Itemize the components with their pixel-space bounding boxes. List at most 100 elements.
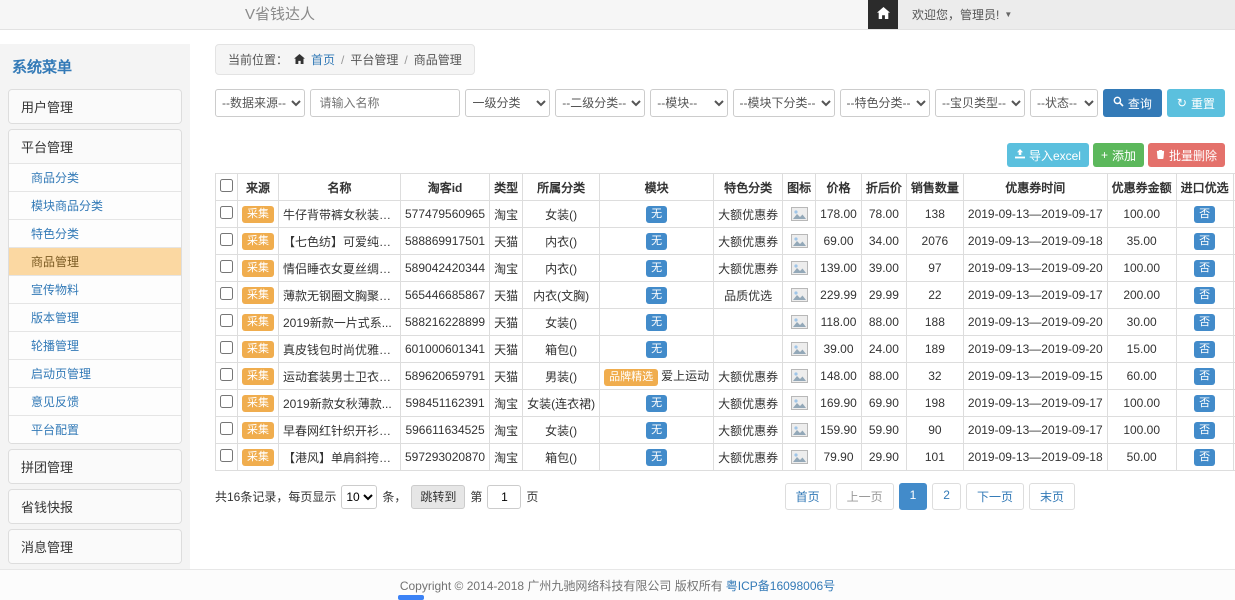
- category: 箱包(): [523, 444, 600, 471]
- row-checkbox[interactable]: [220, 233, 233, 246]
- sidebar-subitem[interactable]: 宣传物料: [9, 275, 181, 303]
- per-page-select[interactable]: 10: [341, 485, 377, 509]
- taoke-id: 597293020870: [401, 444, 490, 471]
- sidebar-subitem[interactable]: 特色分类: [9, 219, 181, 247]
- row-checkbox[interactable]: [220, 422, 233, 435]
- sales-count: 101: [906, 444, 963, 471]
- import-select-toggle[interactable]: 否: [1194, 287, 1215, 304]
- filter-select[interactable]: --状态--: [1030, 89, 1098, 117]
- taoke-id: 596611634525: [401, 417, 490, 444]
- sidebar-item[interactable]: 省钱快报: [9, 490, 181, 523]
- add-button[interactable]: + 添加: [1093, 143, 1144, 167]
- product-thumbnail-icon: [791, 450, 808, 464]
- price: 229.99: [816, 282, 862, 309]
- sidebar-subitem[interactable]: 平台配置: [9, 415, 181, 443]
- product-thumbnail-icon: [791, 369, 808, 383]
- jump-page-input[interactable]: [487, 485, 521, 509]
- row-checkbox[interactable]: [220, 287, 233, 300]
- import-select-toggle[interactable]: 否: [1194, 260, 1215, 277]
- coupon-time: 2019-09-13—2019-09-15: [963, 363, 1107, 390]
- filter-select[interactable]: --模块--: [650, 89, 727, 117]
- sidebar-subitem[interactable]: 模块商品分类: [9, 191, 181, 219]
- price: 69.00: [816, 228, 862, 255]
- page-button[interactable]: 1: [899, 483, 928, 510]
- import-select-toggle[interactable]: 否: [1194, 233, 1215, 250]
- row-checkbox[interactable]: [220, 341, 233, 354]
- source-filter-select[interactable]: --数据来源--: [215, 89, 305, 117]
- product-type: 淘宝: [490, 444, 523, 471]
- filter-select[interactable]: 一级分类: [465, 89, 550, 117]
- batch-delete-button[interactable]: 批量删除: [1148, 143, 1225, 167]
- page-button[interactable]: 2: [932, 483, 961, 510]
- sales-count: 90: [906, 417, 963, 444]
- horizontal-scrollbar-thumb[interactable]: [398, 595, 424, 600]
- sidebar-subitem[interactable]: 商品管理: [9, 247, 181, 275]
- category: 男装(): [523, 363, 600, 390]
- import-select-toggle[interactable]: 否: [1194, 341, 1215, 358]
- search-button[interactable]: 查询: [1103, 89, 1162, 117]
- import-select-toggle[interactable]: 否: [1194, 395, 1215, 412]
- sidebar-subitem[interactable]: 轮播管理: [9, 331, 181, 359]
- page-button[interactable]: 首页: [785, 483, 831, 510]
- row-checkbox[interactable]: [220, 206, 233, 219]
- product-thumbnail-icon: [791, 342, 808, 356]
- row-checkbox[interactable]: [220, 368, 233, 381]
- sidebar-subitem[interactable]: 商品分类: [9, 163, 181, 191]
- filter-select[interactable]: --宝贝类型--: [935, 89, 1025, 117]
- column-header: 淘客id: [401, 174, 490, 201]
- product-name: 早春网红针织开衫女春...: [279, 417, 401, 444]
- column-header: 特色分类: [714, 174, 783, 201]
- discount-price: 78.00: [861, 201, 906, 228]
- breadcrumb-home-link[interactable]: 首页: [311, 51, 335, 68]
- filter-select[interactable]: --模块下分类--: [733, 89, 835, 117]
- feature-category: 大额优惠券: [714, 390, 783, 417]
- module-badge: 无: [646, 260, 667, 277]
- page-button[interactable]: 上一页: [836, 483, 894, 510]
- filter-select[interactable]: --二级分类--: [555, 89, 645, 117]
- category: 女装(): [523, 417, 600, 444]
- column-header: 模块: [600, 174, 714, 201]
- category: 女装(): [523, 201, 600, 228]
- module-badge: 品牌精选: [604, 369, 658, 386]
- module-badge: 无: [646, 449, 667, 466]
- taoke-id: 598451162391: [401, 390, 490, 417]
- discount-price: 59.90: [861, 417, 906, 444]
- jump-button[interactable]: 跳转到: [411, 485, 465, 509]
- sidebar-subitem[interactable]: 意见反馈: [9, 387, 181, 415]
- select-all-checkbox[interactable]: [220, 179, 233, 192]
- import-select-toggle[interactable]: 否: [1194, 422, 1215, 439]
- copyright-text: Copyright © 2014-2018 广州九驰网络科技有限公司 版权所有: [400, 577, 723, 594]
- sidebar-item[interactable]: 拼团管理: [9, 450, 181, 483]
- row-checkbox[interactable]: [220, 395, 233, 408]
- page-button[interactable]: 下一页: [966, 483, 1024, 510]
- import-select-toggle[interactable]: 否: [1194, 449, 1215, 466]
- row-checkbox[interactable]: [220, 449, 233, 462]
- sidebar-subitem[interactable]: 启动页管理: [9, 359, 181, 387]
- reset-button[interactable]: ↻ 重置: [1167, 89, 1225, 117]
- sidebar-subitem[interactable]: 版本管理: [9, 303, 181, 331]
- feature-category: 大额优惠券: [714, 363, 783, 390]
- coupon-time: 2019-09-13—2019-09-17: [963, 201, 1107, 228]
- sidebar-item[interactable]: 平台管理: [9, 130, 181, 163]
- coupon-amount: 100.00: [1107, 390, 1176, 417]
- user-menu[interactable]: 欢迎您，管理员! ▼: [898, 0, 1026, 29]
- page-button[interactable]: 末页: [1029, 483, 1075, 510]
- import-select-toggle[interactable]: 否: [1194, 206, 1215, 223]
- feature-category: [714, 309, 783, 336]
- discount-price: 34.00: [861, 228, 906, 255]
- sidebar-item[interactable]: 消息管理: [9, 530, 181, 563]
- price: 178.00: [816, 201, 862, 228]
- row-checkbox[interactable]: [220, 260, 233, 273]
- row-checkbox[interactable]: [220, 314, 233, 327]
- icp-link[interactable]: 粤ICP备16098006号: [726, 577, 835, 594]
- import-select-toggle[interactable]: 否: [1194, 368, 1215, 385]
- import-select-toggle[interactable]: 否: [1194, 314, 1215, 331]
- home-button[interactable]: [868, 0, 898, 29]
- filter-bar: --数据来源-- 一级分类--二级分类----模块----模块下分类----特色…: [215, 89, 1225, 117]
- filter-select[interactable]: --特色分类--: [840, 89, 930, 117]
- column-header: 进口优选: [1176, 174, 1233, 201]
- sidebar-item[interactable]: 用户管理: [9, 90, 181, 123]
- taoke-id: 577479560965: [401, 201, 490, 228]
- name-search-input[interactable]: [310, 89, 460, 117]
- import-excel-button[interactable]: 导入excel: [1007, 143, 1089, 167]
